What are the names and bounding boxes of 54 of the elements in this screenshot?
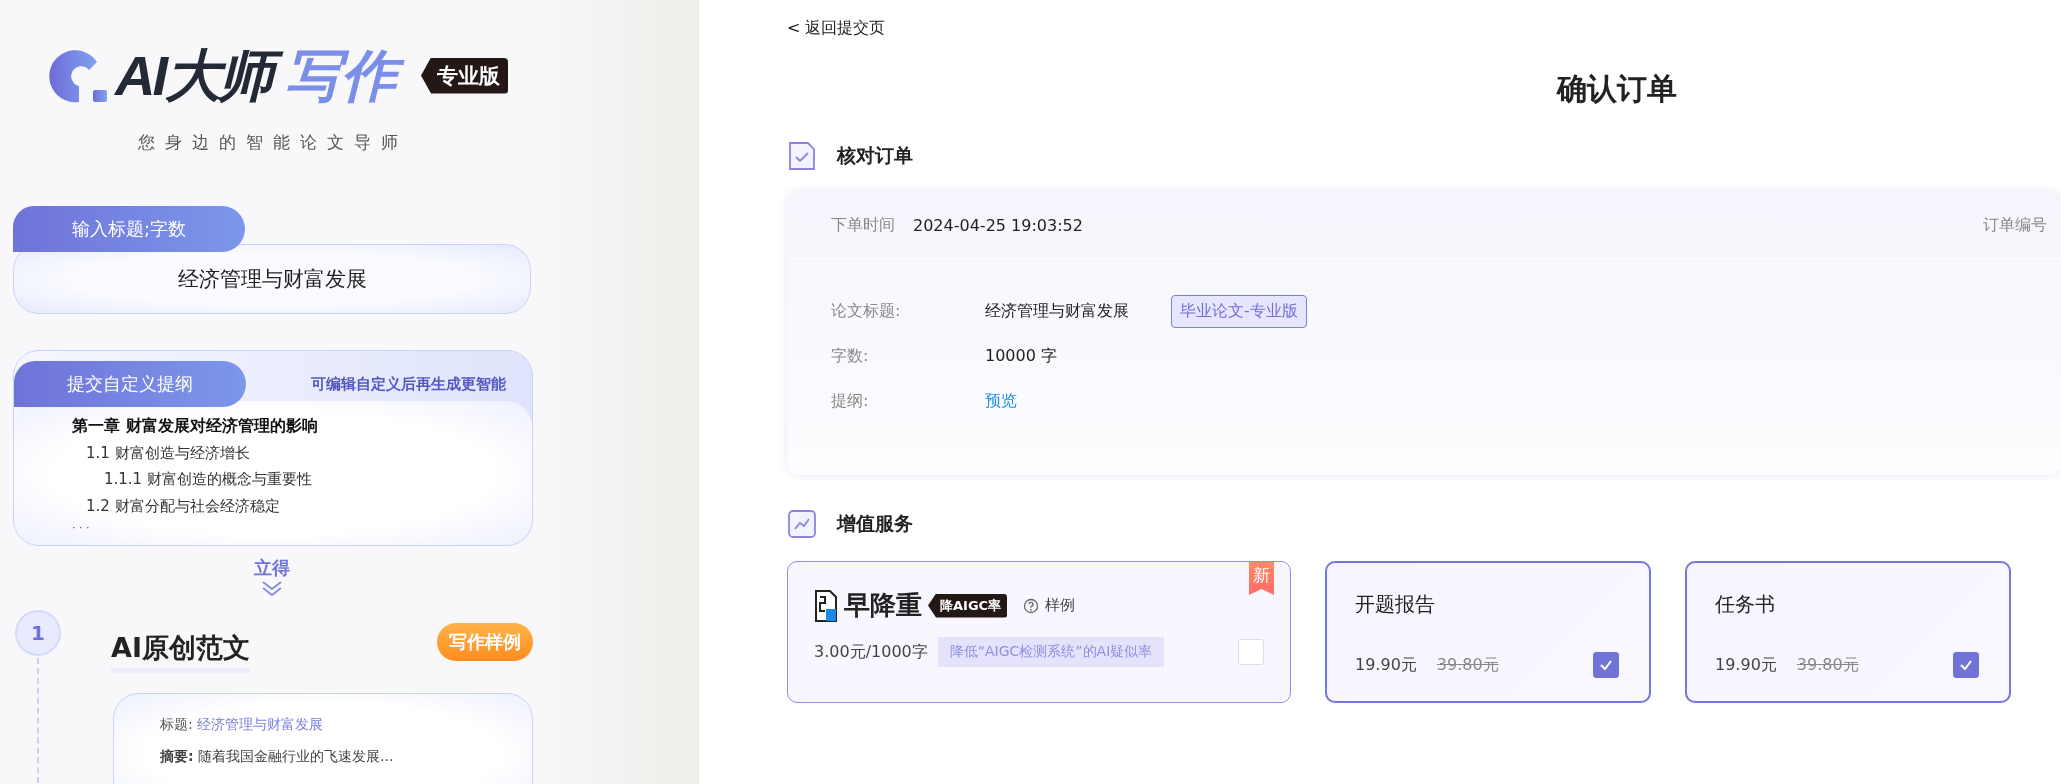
new-ribbon: 新 bbox=[1249, 562, 1274, 595]
original-price: 39.80元 bbox=[1436, 654, 1499, 676]
brand-badge: 降AIGC率 bbox=[928, 593, 1008, 618]
document-ai-icon bbox=[814, 588, 838, 623]
section-title: 增值服务 bbox=[837, 511, 913, 536]
field-value: 10000 字 bbox=[985, 346, 1057, 367]
outline-item: 1.1 财富创造与经济增长 bbox=[85, 442, 251, 464]
double-chevron-icon bbox=[261, 580, 283, 597]
checkmark-icon bbox=[1599, 658, 1613, 672]
outline-item: 1.2 财富分配与社会经济稳定 bbox=[85, 495, 281, 517]
title-value: 经济管理与财富发展 bbox=[196, 716, 323, 733]
abstract-text: 摘要: 随着我国金融行业的飞速发展... bbox=[160, 748, 394, 765]
brand-name: 早降重 bbox=[844, 589, 922, 622]
document-check-icon bbox=[787, 140, 817, 172]
section-title: 核对订单 bbox=[837, 143, 913, 168]
edit-hint: 可编辑自定义后再生成更智能 bbox=[311, 374, 506, 394]
title-field[interactable]: 经济管理与财富发展 bbox=[13, 244, 531, 315]
step-number: 1 bbox=[15, 610, 61, 657]
order-number-label: 订单编号 bbox=[1983, 214, 2047, 236]
service-card[interactable]: 新 早降重 降AIGC率 样例 3.00元/1000字 降低“AIGC检测系统”的AI疑似率 bbox=[787, 561, 1291, 703]
logo-text: AI大师 bbox=[115, 38, 281, 114]
original-price: 39.80元 bbox=[1796, 654, 1859, 676]
field-value: 经济管理与财富发展 bbox=[985, 301, 1129, 322]
edition-tag: 毕业论文-专业版 bbox=[1171, 295, 1307, 328]
service-card[interactable]: 任务书 19.90元 39.80元 bbox=[1685, 561, 2011, 703]
sample-link[interactable]: 样例 bbox=[1045, 596, 1076, 615]
arrow-label: 立得 bbox=[254, 556, 290, 581]
field-label: 提纲: bbox=[831, 391, 870, 412]
tagline: 您身边的智能论文导师 bbox=[137, 131, 409, 155]
title-label: 标题: bbox=[160, 716, 193, 733]
field-label: 论文标题: bbox=[831, 301, 902, 322]
price: 19.90元 bbox=[1715, 654, 1777, 676]
order-time: 2024-04-25 19:03:52 bbox=[913, 215, 1083, 235]
chart-trend-icon bbox=[787, 509, 817, 539]
price: 19.90元 bbox=[1355, 654, 1417, 676]
order-time-label: 下单时间 bbox=[831, 214, 895, 236]
back-link[interactable]: < 返回提交页 bbox=[787, 18, 2061, 39]
price: 3.00元/1000字 bbox=[814, 641, 928, 663]
ellipsis: · · · bbox=[71, 520, 91, 537]
help-icon bbox=[1023, 597, 1040, 614]
checkbox[interactable] bbox=[1953, 652, 1979, 678]
description-tag: 降低“AIGC检测系统”的AI疑似率 bbox=[937, 637, 1165, 667]
service-card[interactable]: 开题报告 19.90元 39.80元 bbox=[1325, 561, 1651, 703]
checkmark-icon bbox=[1959, 658, 1973, 672]
service-title: 任务书 bbox=[1715, 592, 1775, 616]
step-title: AI原创范文 bbox=[111, 630, 250, 674]
field-label: 字数: bbox=[831, 346, 870, 367]
outline-item: 第一章 财富发展对经济管理的影响 bbox=[71, 415, 319, 438]
checkbox[interactable] bbox=[1593, 652, 1619, 678]
service-title: 开题报告 bbox=[1355, 592, 1435, 616]
edition-badge: 专业版 bbox=[421, 57, 508, 94]
outline-item: 1.1.1 财富创造的概念与重要性 bbox=[103, 469, 313, 491]
logo-text-accent: 写作 bbox=[285, 38, 407, 114]
page-title: 确认订单 bbox=[1555, 70, 1678, 108]
